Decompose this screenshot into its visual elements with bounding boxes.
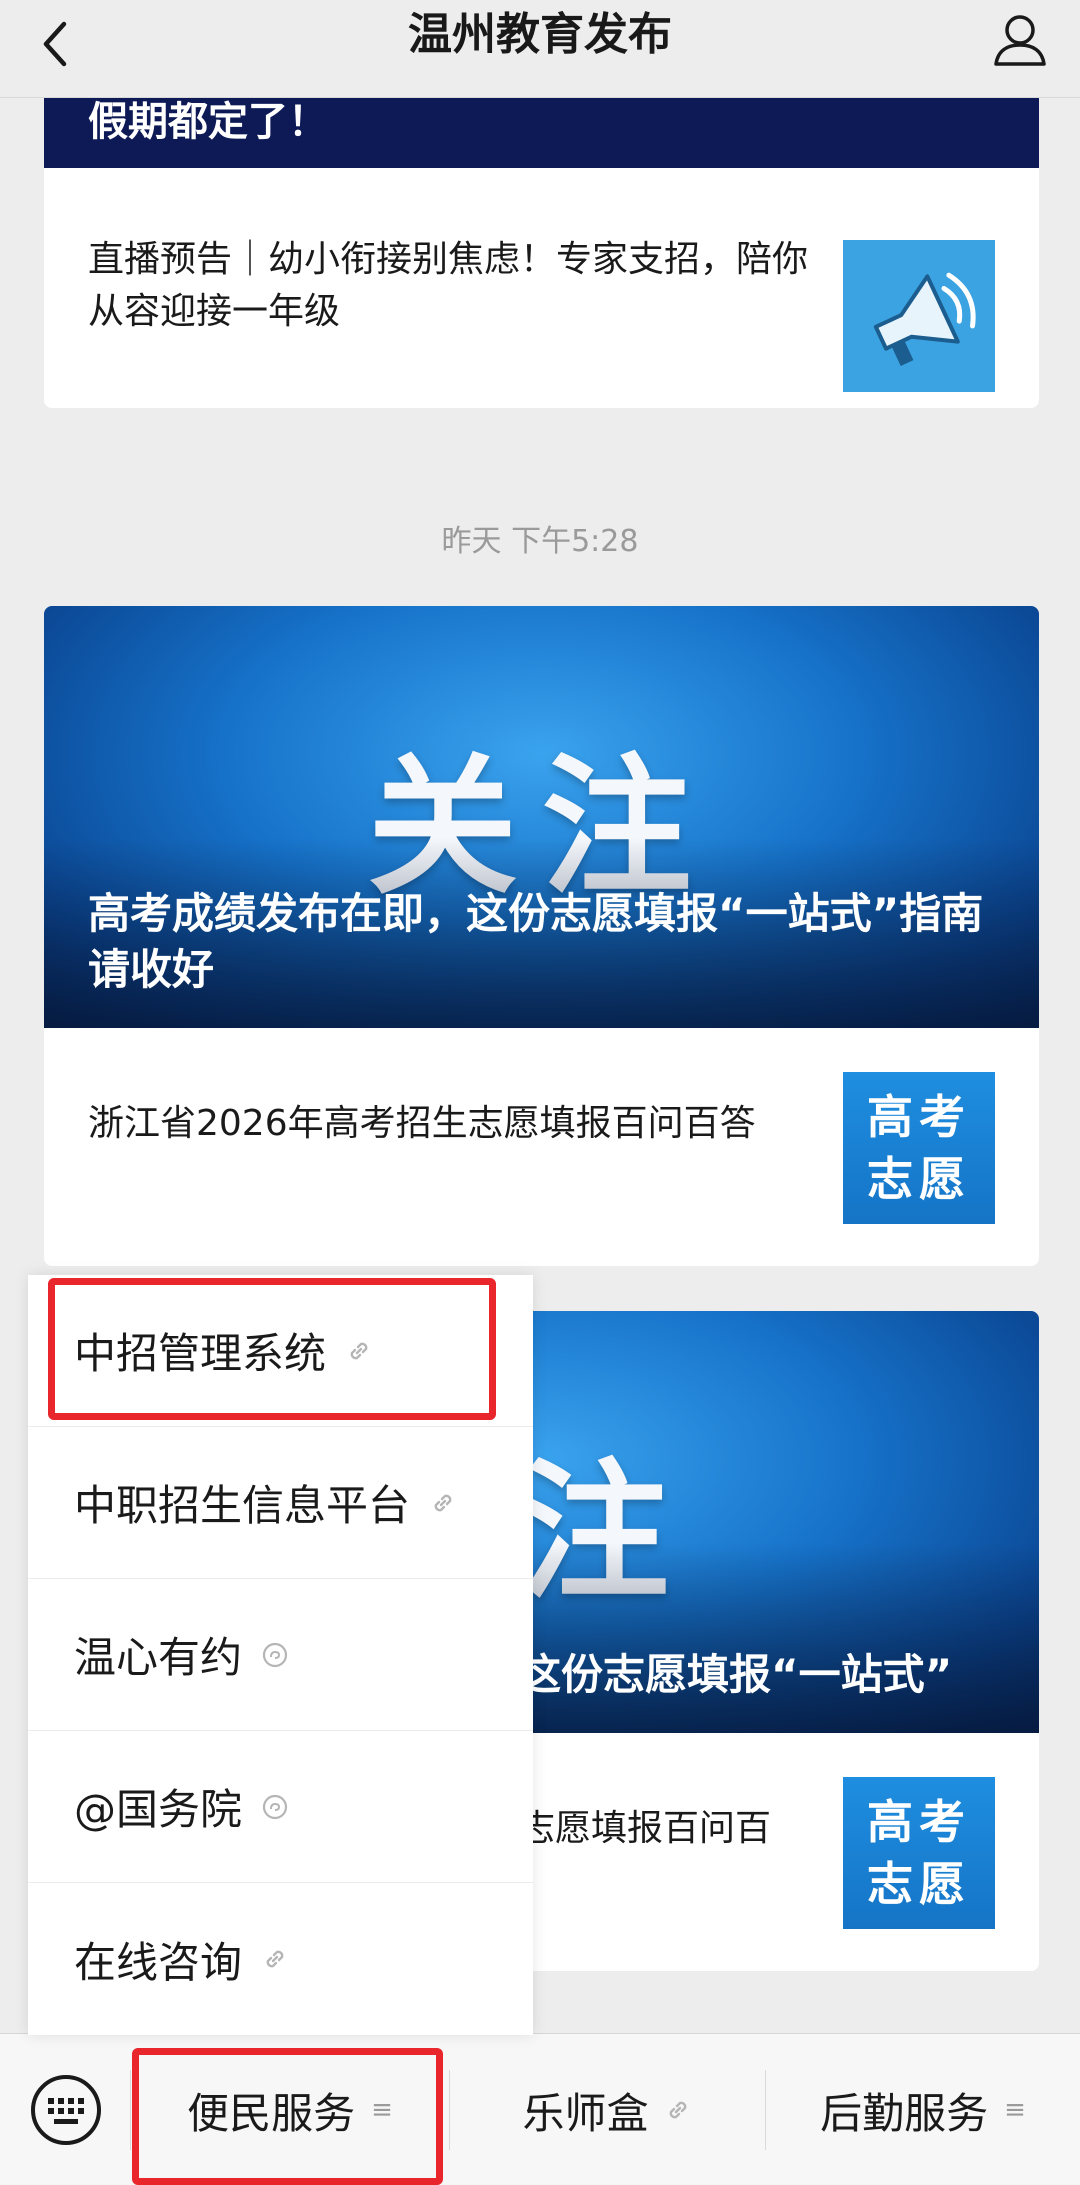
link-icon (669, 2101, 686, 2119)
submenu-item-label: 温心有约 (74, 1633, 243, 1682)
menu-tab-leshihe[interactable]: 乐师盒 (450, 2034, 765, 2185)
message-timestamp: 昨天 下午5:28 (441, 524, 639, 559)
article-list-item[interactable]: 浙江省2026年高考招生志愿填报百问百答 高考 志愿 (44, 1028, 1039, 1266)
article-banner[interactable]: 假期都定了！ (44, 98, 1039, 168)
thumbnail-text: 志愿 (867, 1152, 971, 1206)
mini-program-icon (262, 1794, 288, 1819)
banner-headline: 假期都定了！ (88, 99, 328, 145)
submenu-item-wenxin[interactable]: 温心有约 (28, 1579, 533, 1731)
submenu-item-label: 在线咨询 (74, 1937, 243, 1987)
submenu-item-label: 中职招生信息平台 (74, 1481, 411, 1530)
top-nav-bar: 温州教育发布 (0, 0, 1080, 98)
article-card[interactable]: 假期都定了！ 直播预告｜幼小衔接别焦虑！专家支招，陪你从容迎接一年级 (44, 98, 1039, 408)
article-title: 志愿填报百问百 (519, 1808, 772, 1849)
profile-icon[interactable] (988, 8, 1052, 72)
submenu-indicator-icon: ≡ (1004, 2095, 1026, 2125)
link-icon (266, 1950, 284, 1968)
submenu-item-zhongzhi[interactable]: 中职招生信息平台 (28, 1427, 533, 1579)
submenu-item-guowuyuan[interactable]: @国务院 (28, 1731, 533, 1883)
gaokao-thumbnail: 高考 志愿 (843, 1777, 995, 1929)
banner-headline: 高考成绩发布在即，这份志愿填报“一站式”指南请收好 (88, 889, 984, 994)
keyboard-icon[interactable] (28, 2072, 104, 2148)
gaokao-thumbnail: 高考 志愿 (843, 1072, 995, 1224)
highlight-box (132, 2048, 443, 2185)
article-title: 直播预告｜幼小衔接别焦虑！专家支招，陪你从容迎接一年级 (88, 239, 809, 332)
article-banner[interactable]: 关注 高考成绩发布在即，这份志愿填报“一站式”指南请收好 (44, 606, 1039, 1028)
thumbnail-text: 志愿 (867, 1857, 971, 1911)
article-list-item[interactable]: 直播预告｜幼小衔接别焦虑！专家支招，陪你从容迎接一年级 (44, 168, 1039, 408)
article-card[interactable]: 关注 高考成绩发布在即，这份志愿填报“一站式”指南请收好 浙江省2026年高考招… (44, 606, 1039, 1266)
article-title: 浙江省2026年高考招生志愿填报百问百答 (88, 1103, 756, 1144)
menu-tab-label: 乐师盒 (522, 2088, 649, 2138)
thumbnail-text: 高考 (867, 1795, 971, 1849)
menu-tab-houqin[interactable]: 后勤服务 ≡ (766, 2034, 1080, 2185)
megaphone-thumbnail (843, 240, 995, 392)
highlight-box (48, 1278, 496, 1420)
account-title: 温州教育发布 (408, 9, 672, 60)
mini-program-icon (262, 1642, 288, 1667)
link-icon (434, 1494, 452, 1511)
menu-tab-label: 后勤服务 (820, 2088, 989, 2138)
banner-headline: 这份志愿填报“一站式” (519, 1650, 953, 1699)
thumbnail-text: 高考 (867, 1090, 971, 1144)
submenu-item-label: @国务院 (74, 1785, 243, 1834)
submenu-item-zixun[interactable]: 在线咨询 (28, 1883, 533, 2035)
